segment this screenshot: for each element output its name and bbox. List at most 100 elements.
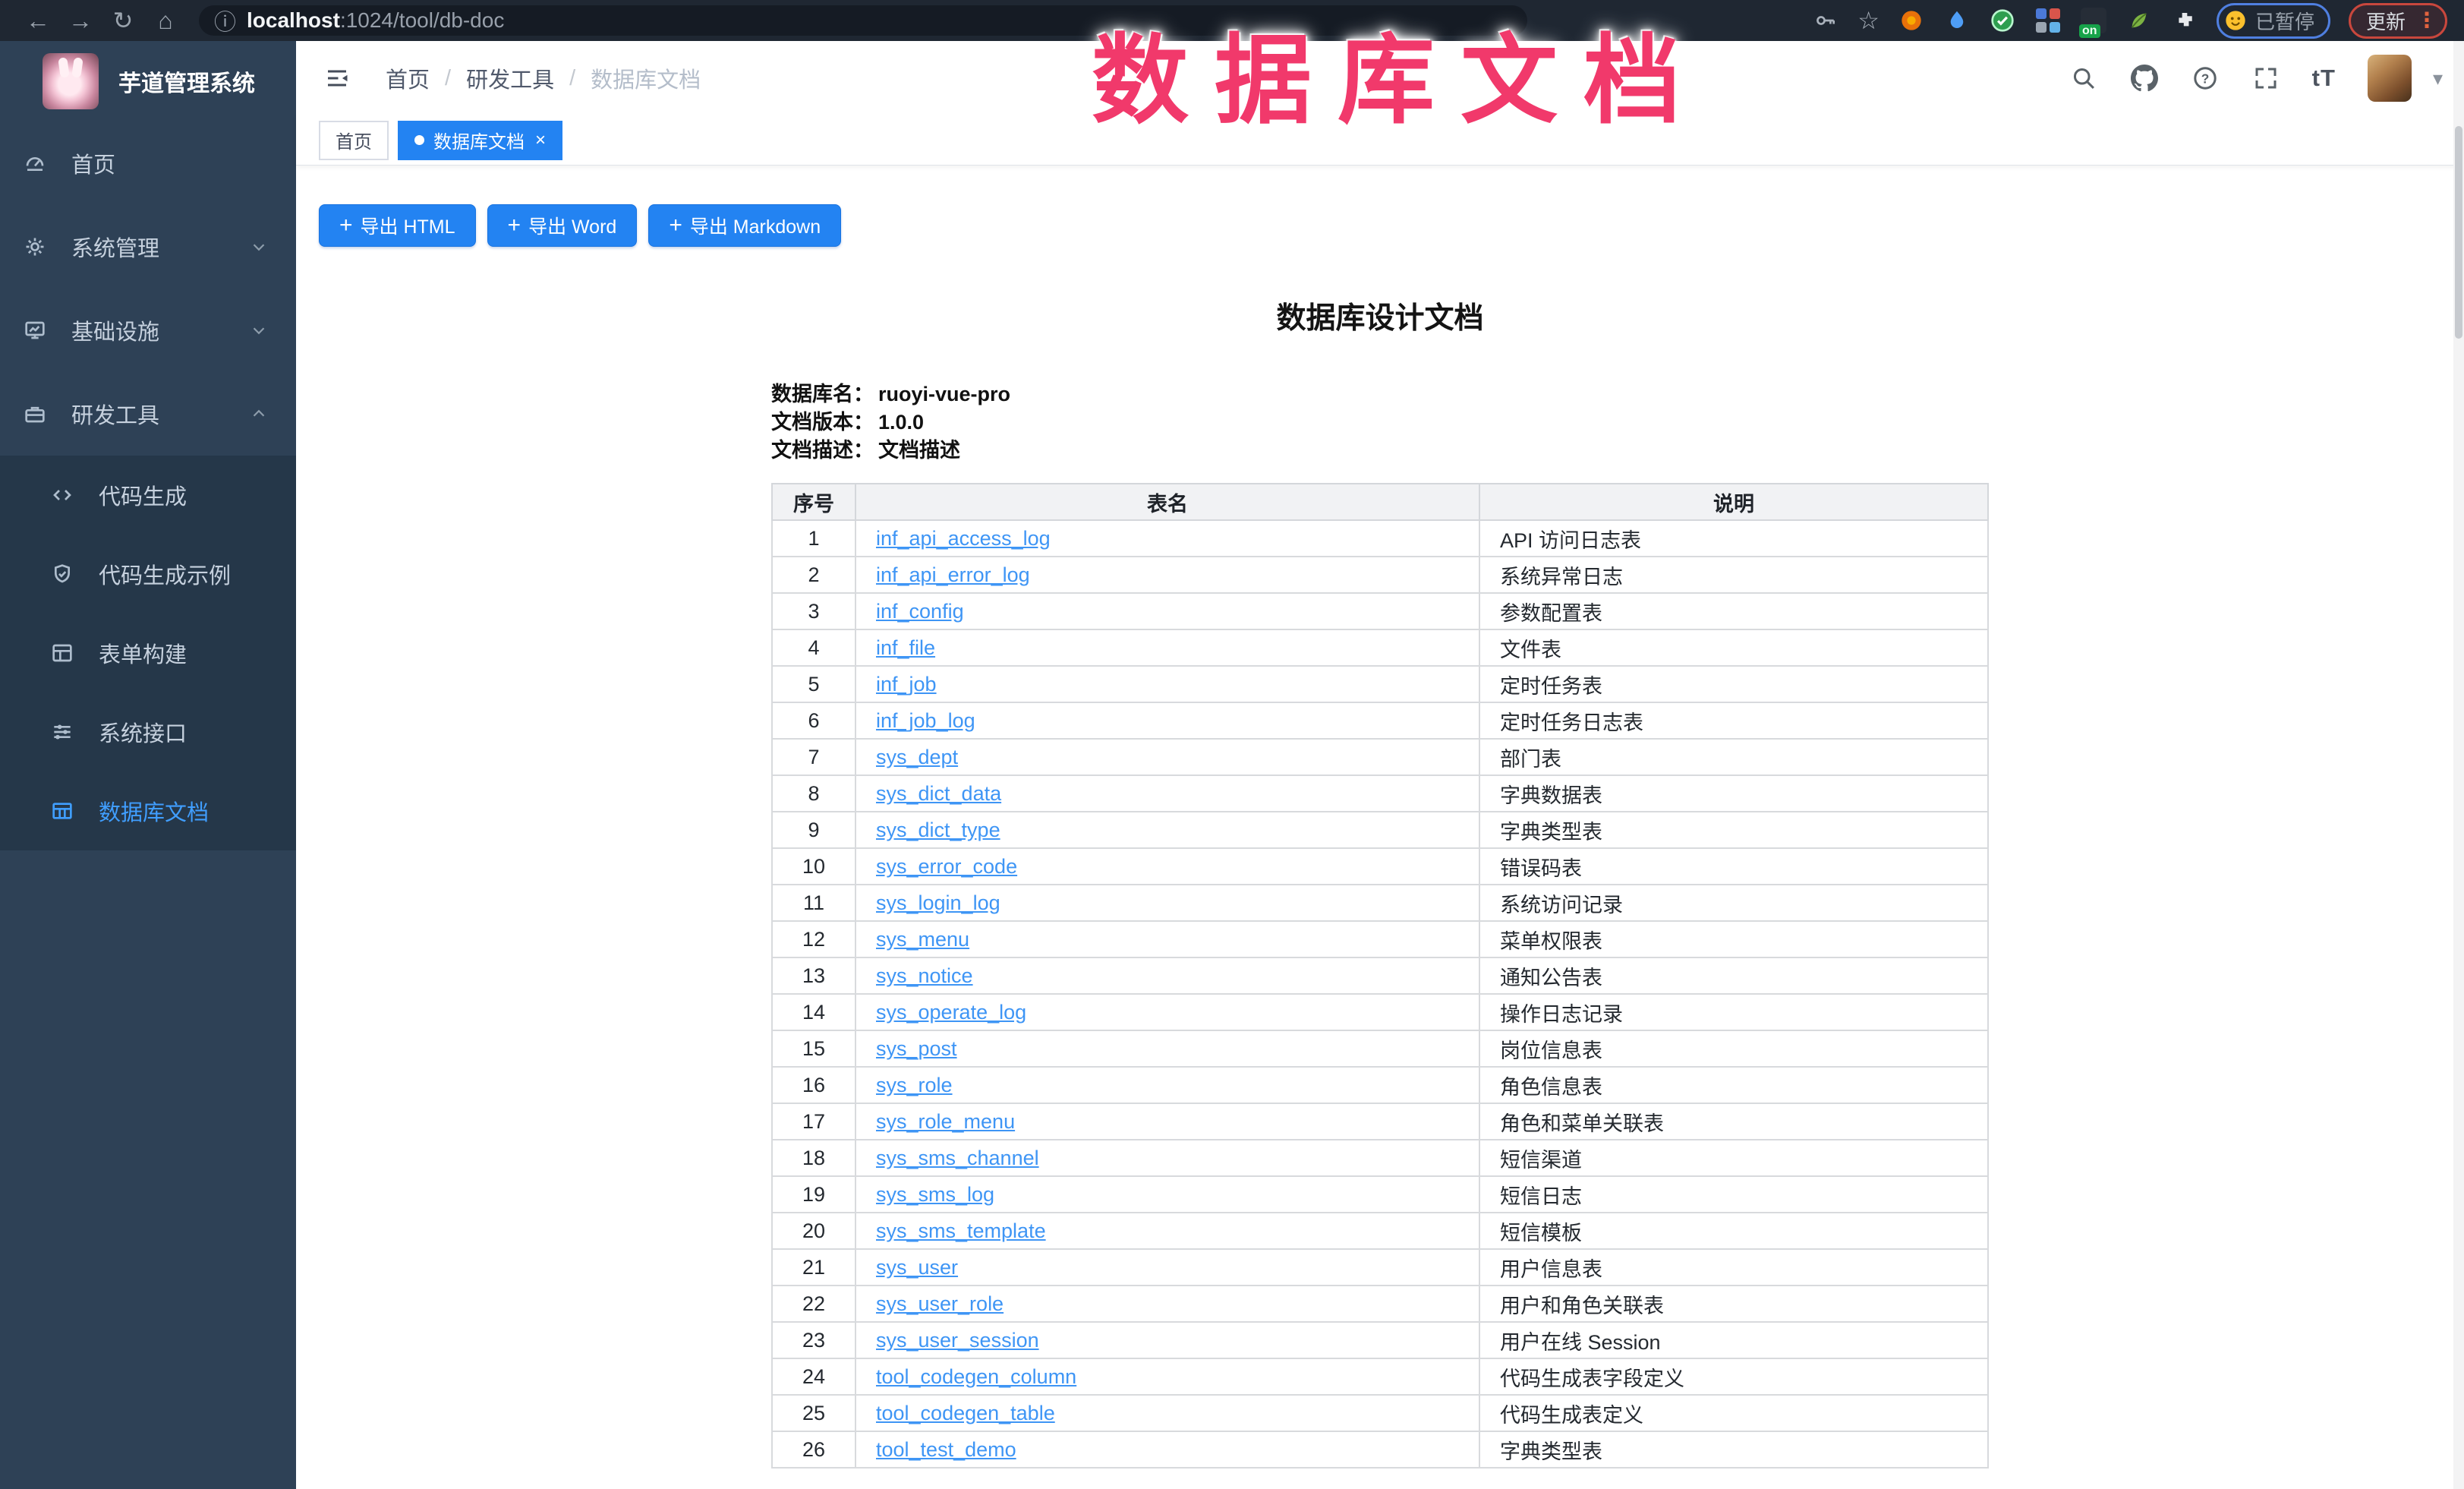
sidebar-subitem-3[interactable]: 表单构建 — [0, 614, 296, 692]
table-name-cell: sys_post — [855, 1030, 1479, 1067]
search-icon[interactable] — [2069, 64, 2098, 93]
extension-on-icon[interactable]: on — [2080, 7, 2107, 34]
row-index-cell: 22 — [772, 1286, 855, 1322]
table-name-cell: sys_dict_data — [855, 775, 1479, 812]
help-icon[interactable]: ? — [2191, 64, 2220, 93]
sidebar-subitem-5[interactable]: 数据库文档 — [0, 771, 296, 850]
table-name-link[interactable]: sys_role_menu — [876, 1110, 1015, 1133]
sidebar-item-1[interactable]: 首页 — [0, 121, 296, 205]
font-size-icon[interactable]: tT — [2312, 65, 2336, 92]
table-name-link[interactable]: tool_test_demo — [876, 1438, 1016, 1461]
table-name-link[interactable]: sys_sms_template — [876, 1219, 1046, 1242]
extension-leaf-icon[interactable] — [2125, 7, 2153, 34]
table-name-link[interactable]: sys_user — [876, 1256, 958, 1279]
table-name-link[interactable]: sys_role — [876, 1074, 953, 1096]
table-desc-cell: 用户和角色关联表 — [1479, 1286, 1988, 1322]
page-scrollbar[interactable] — [2453, 41, 2464, 1489]
sidebar-subitem-4[interactable]: 系统接口 — [0, 692, 296, 771]
browser-home-icon[interactable]: ⌂ — [144, 0, 187, 41]
table-row: 4inf_file文件表 — [772, 629, 1988, 666]
app-logo[interactable]: 芋道管理系统 — [0, 41, 296, 121]
browser-reload-icon[interactable]: ↻ — [102, 0, 144, 41]
extension-grid-icon[interactable] — [2034, 7, 2062, 34]
table-name-link[interactable]: sys_operate_log — [876, 1001, 1026, 1024]
export-markdown-button[interactable]: +导出 Markdown — [648, 204, 841, 247]
table-desc-cell: 用户在线 Session — [1479, 1322, 1988, 1358]
column-header: 说明 — [1479, 484, 1988, 520]
table-name-link[interactable]: inf_job — [876, 673, 937, 696]
sidebar-subitem-label: 代码生成 — [99, 479, 187, 511]
plus-icon: + — [339, 214, 353, 237]
browser-forward-icon[interactable]: → — [59, 0, 102, 41]
table-name-cell: sys_user — [855, 1249, 1479, 1286]
row-index-cell: 20 — [772, 1213, 855, 1249]
avatar[interactable] — [2368, 55, 2412, 102]
table-name-cell: sys_user_role — [855, 1286, 1479, 1322]
extension-orange-icon[interactable] — [1898, 7, 1925, 34]
table-name-link[interactable]: sys_sms_channel — [876, 1147, 1039, 1169]
table-name-cell: sys_sms_template — [855, 1213, 1479, 1249]
extension-check-icon[interactable] — [1989, 7, 2016, 34]
sidebar-item-2[interactable]: 系统管理 — [0, 205, 296, 289]
tab-1[interactable]: 首页 — [319, 121, 389, 160]
table-name-link[interactable]: inf_config — [876, 600, 964, 623]
row-index-cell: 7 — [772, 739, 855, 775]
table-desc-cell: 代码生成表定义 — [1479, 1395, 1988, 1431]
breadcrumb-separator: / — [569, 66, 575, 91]
table-name-link[interactable]: sys_menu — [876, 928, 969, 951]
table-name-link[interactable]: sys_user_role — [876, 1292, 1004, 1315]
table-name-link[interactable]: sys_dept — [876, 746, 958, 768]
table-name-link[interactable]: inf_job_log — [876, 709, 975, 732]
table-name-link[interactable]: sys_notice — [876, 964, 973, 987]
tab-2[interactable]: 数据库文档× — [398, 121, 562, 160]
table-row: 2inf_api_error_log系统异常日志 — [772, 557, 1988, 593]
export-word-button[interactable]: +导出 Word — [487, 204, 638, 247]
svg-text:?: ? — [2201, 71, 2209, 86]
table-name-link[interactable]: inf_api_error_log — [876, 563, 1030, 586]
breadcrumb-item: 研发工具 — [466, 62, 554, 94]
table-name-link[interactable]: inf_api_access_log — [876, 527, 1051, 550]
fullscreen-icon[interactable] — [2251, 64, 2280, 93]
table-name-link[interactable]: sys_error_code — [876, 855, 1017, 878]
table-name-link[interactable]: sys_dict_data — [876, 782, 1001, 805]
browser-menu-icon[interactable]: ⋮ — [2416, 9, 2437, 32]
table-name-link[interactable]: sys_user_session — [876, 1329, 1039, 1352]
sidebar-item-3[interactable]: 基础设施 — [0, 289, 296, 372]
table-row: 10sys_error_code错误码表 — [772, 848, 1988, 885]
paused-extension-badge[interactable]: 已暂停 — [2217, 3, 2330, 39]
meta-label: 文档版本： — [771, 411, 874, 434]
extension-drop-icon[interactable] — [1943, 7, 1971, 34]
sidebar-subitem-1[interactable]: 代码生成 — [0, 456, 296, 535]
table-name-link[interactable]: tool_codegen_column — [876, 1365, 1076, 1388]
extension-puzzle-icon[interactable] — [2171, 7, 2198, 34]
password-key-icon[interactable] — [1812, 7, 1839, 34]
table-name-link[interactable]: inf_file — [876, 636, 935, 659]
button-label: 导出 HTML — [361, 212, 455, 239]
export-html-button[interactable]: + 导出 HTML — [319, 204, 476, 247]
chevron-up-icon — [249, 404, 269, 424]
bookmark-star-icon[interactable]: ☆ — [1857, 6, 1880, 35]
browser-back-icon[interactable]: ← — [17, 0, 59, 41]
close-icon[interactable]: × — [535, 130, 546, 151]
sidebar-item-4[interactable]: 研发工具 — [0, 372, 296, 456]
row-index-cell: 18 — [772, 1140, 855, 1176]
table-name-link[interactable]: sys_login_log — [876, 891, 1000, 914]
table-row: 20sys_sms_template短信模板 — [772, 1213, 1988, 1249]
browser-update-button[interactable]: 更新 ⋮ — [2349, 3, 2447, 39]
tab-label: 首页 — [336, 127, 372, 153]
table-name-cell: sys_menu — [855, 921, 1479, 957]
sidebar-subitem-2[interactable]: 代码生成示例 — [0, 535, 296, 614]
table-name-link[interactable]: tool_codegen_table — [876, 1402, 1055, 1424]
table-icon — [50, 799, 74, 823]
table-name-cell: tool_codegen_column — [855, 1358, 1479, 1395]
sidebar-collapse-icon[interactable] — [322, 65, 352, 92]
export-toolbar: + 导出 HTML +导出 Word+导出 Markdown — [319, 204, 2453, 247]
site-info-icon[interactable]: ⓘ — [214, 5, 236, 36]
table-name-link[interactable]: sys_sms_log — [876, 1183, 994, 1206]
github-icon[interactable] — [2130, 64, 2159, 93]
chevron-down-icon[interactable]: ▾ — [2433, 67, 2443, 90]
table-name-link[interactable]: sys_dict_type — [876, 819, 1000, 841]
table-name-link[interactable]: sys_post — [876, 1037, 957, 1060]
scrollbar-thumb[interactable] — [2455, 126, 2462, 339]
sidebar: 芋道管理系统 首页系统管理基础设施研发工具 代码生成代码生成示例表单构建系统接口… — [0, 41, 296, 1489]
